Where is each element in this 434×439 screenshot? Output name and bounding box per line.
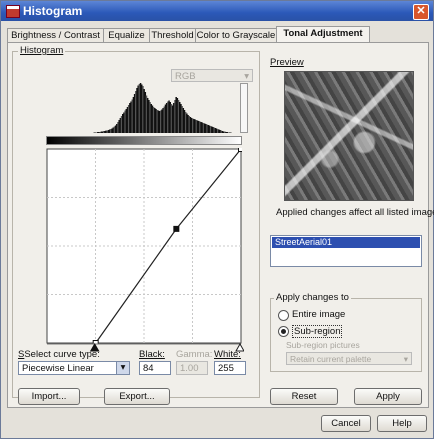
preview-label: Preview — [270, 57, 304, 68]
window-title: Histogram — [23, 4, 83, 18]
gamma-label: Gamma: — [176, 349, 213, 360]
title-bar[interactable]: Histogram ✕ — [1, 1, 433, 21]
histogram-chart — [93, 83, 232, 133]
import-button[interactable]: Import... — [18, 388, 80, 405]
white-input[interactable]: 255 — [214, 361, 246, 375]
gamma-input[interactable]: 1.00 — [176, 361, 208, 375]
histogram-bar — [230, 132, 232, 133]
close-button[interactable]: ✕ — [413, 4, 429, 20]
curve-control-point[interactable] — [238, 148, 243, 152]
curve-type-select[interactable]: Piecewise Linear ▾ — [18, 361, 130, 375]
black-input[interactable]: 84 — [139, 361, 171, 375]
curve-type-value: Piecewise Linear — [22, 363, 94, 374]
radio-icon[interactable] — [278, 310, 289, 321]
subregion-select[interactable]: Retain current palette ▾ — [286, 352, 412, 365]
tab-tonal-adjustment[interactable]: Tonal Adjustment — [276, 26, 370, 43]
image-list[interactable]: StreetAerial01 — [270, 235, 422, 267]
tab-color-to-grayscale[interactable]: Color to Grayscale — [195, 28, 277, 42]
histogram-dialog: Histogram ✕ Brightness / Contrast Equali… — [0, 0, 434, 439]
histogram-group-label: Histogram — [18, 45, 66, 56]
chevron-down-icon: ▾ — [244, 71, 249, 82]
aerial-preview-image — [284, 71, 414, 201]
tab-equalize[interactable]: Equalize — [103, 28, 150, 42]
cancel-button[interactable]: Cancel — [321, 415, 371, 432]
tonal-adjustment-panel: Histogram RGB ▾ SSelect curve type: Piec… — [7, 42, 434, 408]
tab-brightness-contrast[interactable]: Brightness / Contrast — [7, 28, 104, 42]
channel-select[interactable]: RGB ▾ — [171, 69, 253, 82]
radio-entire-image-label: Entire image — [292, 309, 346, 320]
apply-changes-label: Apply changes to — [274, 292, 351, 303]
app-icon — [6, 5, 20, 18]
reset-button[interactable]: Reset — [270, 388, 338, 405]
tone-curve-editor[interactable] — [46, 148, 242, 344]
subregion-select-value: Retain current palette — [290, 354, 372, 364]
histogram-scrollbar[interactable] — [240, 83, 248, 133]
black-label: Black: — [139, 349, 165, 360]
list-item[interactable]: StreetAerial01 — [272, 237, 420, 248]
channel-select-value: RGB — [175, 71, 196, 82]
radio-selected-icon[interactable] — [278, 326, 289, 337]
export-button[interactable]: Export... — [104, 388, 170, 405]
white-label: White: — [214, 349, 241, 360]
curve-type-label: SSelect curve type: — [18, 349, 100, 360]
help-button[interactable]: Help — [377, 415, 427, 432]
grayscale-gradient-bar — [46, 136, 242, 145]
curve-control-point[interactable] — [173, 225, 180, 232]
tab-threshold[interactable]: Threshold — [149, 28, 196, 42]
chevron-down-icon: ▾ — [403, 354, 408, 364]
apply-button[interactable]: Apply — [354, 388, 422, 405]
preview-note: Applied changes affect all listed images… — [276, 207, 434, 218]
subregion-pictures-label: Sub-region pictures — [286, 340, 360, 350]
chevron-down-icon[interactable]: ▾ — [116, 362, 129, 374]
radio-sub-region-label: Sub-region — [292, 325, 343, 338]
